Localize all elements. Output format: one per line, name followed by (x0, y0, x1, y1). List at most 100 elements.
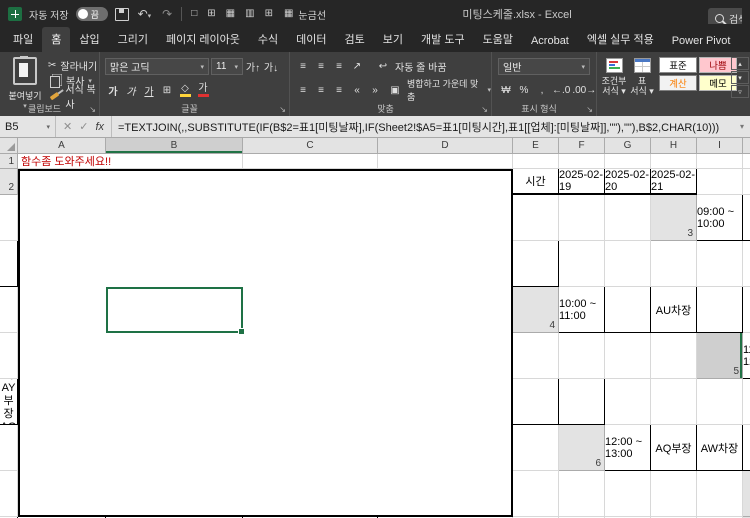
italic-icon[interactable]: 가 (123, 82, 139, 98)
cell-B4[interactable] (605, 287, 651, 333)
cell-B2[interactable]: 2025-02-19 (559, 169, 605, 195)
cell-D3[interactable] (513, 241, 559, 287)
gallery-more-icon[interactable]: ▿ (731, 85, 749, 98)
ribbon-tab[interactable]: 데이터 (287, 27, 335, 52)
table-icon[interactable]: ⊞ (205, 8, 217, 20)
accounting-format-icon[interactable]: ₩ (498, 82, 514, 98)
cell-A5[interactable]: 11:00 ~ 12:00 (743, 333, 750, 379)
clipboard-dialog-launcher-icon[interactable]: ↘ (89, 105, 96, 114)
ribbon-tab[interactable]: 검토 (336, 27, 374, 52)
cell-A4[interactable]: 10:00 ~ 11:00 (559, 287, 605, 333)
new-file-icon[interactable]: □ (189, 8, 199, 20)
font-size-select[interactable]: 11 ▾ (211, 58, 243, 75)
cell-B1[interactable] (106, 154, 243, 169)
ribbon-tab[interactable]: 도움말 (474, 27, 522, 52)
ribbon-tab[interactable]: 개발 도구 (412, 27, 474, 52)
expand-formula-bar-icon[interactable]: ▾ (734, 122, 750, 131)
ribbon-tab[interactable]: 홈 (42, 27, 71, 52)
comma-icon[interactable]: , (534, 82, 550, 98)
column-header-I[interactable]: I (697, 138, 743, 154)
cell-H1[interactable] (651, 154, 697, 169)
column-header-E[interactable]: E (513, 138, 559, 154)
formula-input[interactable]: =TEXTJOIN(,,SUBSTITUTE(IF(B$2=표1[미팅날짜],I… (112, 119, 734, 135)
cell-I6[interactable] (651, 471, 697, 517)
cell-E3[interactable] (559, 241, 605, 287)
cell-H5[interactable] (743, 379, 750, 425)
cell-E2[interactable] (697, 169, 743, 195)
column-header-B[interactable]: B (106, 138, 243, 154)
cell-I4[interactable] (605, 333, 651, 379)
align-top-icon[interactable]: ≡ (295, 58, 311, 74)
cell-B3[interactable] (743, 195, 750, 241)
cell-G6[interactable] (559, 471, 605, 517)
autosave-toggle[interactable]: 끔 (75, 7, 108, 21)
chart-icon[interactable]: ▥ (243, 8, 256, 20)
cell-F4[interactable] (0, 333, 18, 379)
decrease-decimal-icon[interactable]: .00→ (572, 82, 596, 98)
fill-color-icon[interactable]: ◇ (177, 82, 193, 98)
cell-H2[interactable] (513, 195, 559, 241)
number-dialog-launcher-icon[interactable]: ↘ (586, 105, 593, 114)
align-left-icon[interactable]: ≡ (295, 82, 311, 98)
borders-icon[interactable]: ⊞ (159, 82, 175, 98)
cell-G1[interactable] (605, 154, 651, 169)
enter-icon[interactable]: ✓ (79, 120, 88, 133)
wrap-text-button[interactable]: ↩ 자동 줄 바꿈 (375, 59, 447, 74)
cell-C3[interactable] (0, 241, 18, 287)
cell-E4[interactable] (743, 287, 750, 333)
bold-icon[interactable]: 가 (105, 82, 121, 98)
row-header-5[interactable]: 5 (697, 333, 743, 379)
cell-F2[interactable] (743, 169, 750, 195)
cell-A2[interactable]: 시간 (513, 169, 559, 195)
ribbon-tab[interactable]: 삽입 (70, 27, 108, 52)
cell-B6[interactable]: AQ부장 (651, 425, 697, 471)
alignment-dialog-launcher-icon[interactable]: ↘ (481, 105, 488, 114)
undo-icon[interactable]: ↶▾ (136, 7, 154, 21)
cell-I5[interactable] (0, 425, 18, 471)
redo-icon[interactable]: ↷ (160, 7, 174, 21)
ribbon-tab[interactable]: 수식 (249, 27, 287, 52)
cell-H6[interactable] (605, 471, 651, 517)
cell-C5[interactable] (513, 379, 559, 425)
gallery-scroll-up-icon[interactable]: ▴ (731, 57, 749, 70)
cell-D4[interactable] (697, 287, 743, 333)
column-header-H[interactable]: H (651, 138, 697, 154)
cell-C1[interactable] (243, 154, 378, 169)
column-header-C[interactable]: C (243, 138, 378, 154)
row-header-3[interactable]: 3 (651, 195, 697, 241)
cell-I1[interactable] (697, 154, 743, 169)
cell-A1[interactable]: 함수좀 도와주세요!! (18, 154, 111, 169)
cell-D5[interactable] (559, 379, 605, 425)
align-middle-icon[interactable]: ≡ (313, 58, 329, 74)
cell-F1[interactable] (559, 154, 605, 169)
cell-C4[interactable]: AU차장 (651, 287, 697, 333)
align-center-icon[interactable]: ≡ (313, 82, 329, 98)
cell-E1[interactable] (513, 154, 559, 169)
cell-E6[interactable] (0, 471, 18, 517)
borders-icon[interactable]: ⊞ (263, 8, 275, 20)
conditional-formatting-button[interactable]: 조건부 서식 ▾ (601, 58, 627, 96)
cell-C2[interactable]: 2025-02-20 (605, 169, 651, 195)
grow-font-icon[interactable]: 가↑ (245, 59, 261, 75)
column-header-D[interactable]: D (378, 138, 513, 154)
row-header-2[interactable]: 2 (0, 169, 18, 195)
ribbon-tab[interactable]: 파일 (4, 27, 42, 52)
font-dialog-launcher-icon[interactable]: ↘ (279, 105, 286, 114)
row-header-7[interactable]: 7 (743, 471, 750, 517)
cell-C6[interactable]: AW차장 (697, 425, 743, 471)
cell-style-표준[interactable]: 표준 (659, 57, 697, 73)
font-name-select[interactable]: 맑은 고딕 ▾ (105, 58, 209, 75)
cell-G4[interactable] (513, 333, 559, 379)
column-header-A[interactable]: A (18, 138, 106, 154)
picture-icon[interactable]: ▦ (224, 8, 237, 20)
increase-decimal-icon[interactable]: ←.0 (552, 82, 570, 98)
cell-H4[interactable] (559, 333, 605, 379)
ribbon-tab[interactable]: 보기 (374, 27, 412, 52)
cell-D1[interactable] (378, 154, 513, 169)
row-header-4[interactable]: 4 (513, 287, 559, 333)
cell-I3[interactable] (743, 241, 750, 287)
increase-indent-icon[interactable]: » (367, 82, 383, 98)
gallery-scroll-down-icon[interactable]: ▾ (731, 71, 749, 84)
column-header-F[interactable]: F (559, 138, 605, 154)
cell-D2[interactable]: 2025-02-21 (651, 169, 697, 195)
